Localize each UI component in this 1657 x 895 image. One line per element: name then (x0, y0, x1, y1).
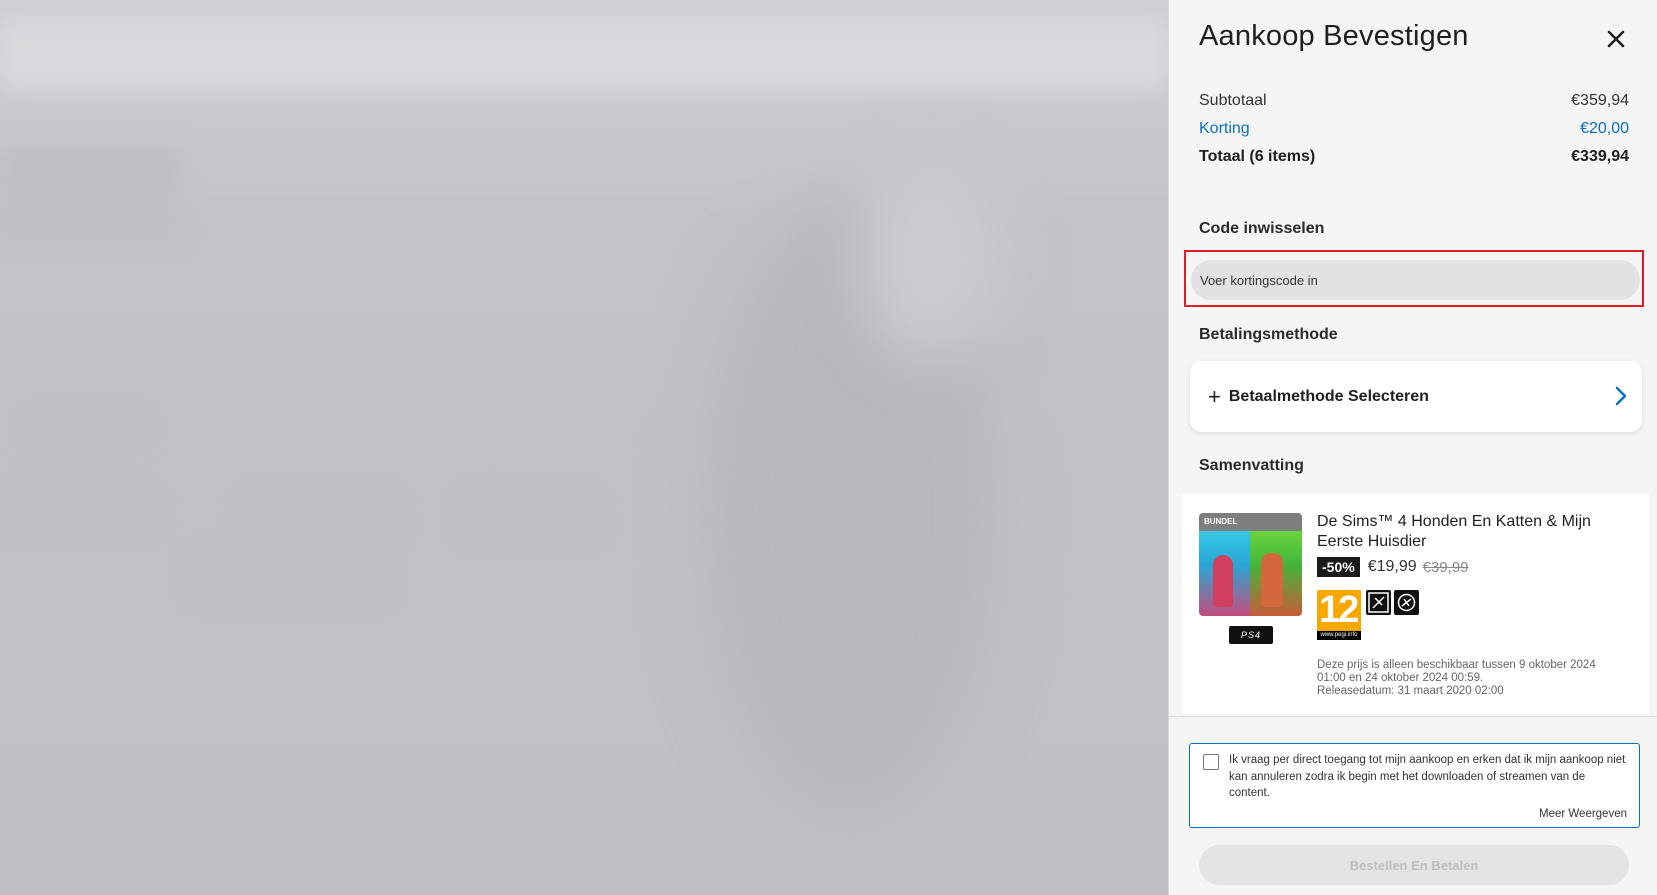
chevron-right-icon (1615, 386, 1627, 406)
page-title: Aankoop Bevestigen (1199, 20, 1469, 52)
consent-box: Ik vraag per direct toegang tot mijn aan… (1189, 743, 1640, 828)
summary-item: BUNDEL PS4 De Sims™ 4 Honden En Katten &… (1182, 494, 1649, 714)
payment-select-label: Betaalmethode Selecteren (1228, 387, 1429, 405)
show-more-link[interactable]: Meer Weergeven (1539, 808, 1627, 820)
product-title: De Sims™ 4 Honden En Katten & Mijn Eerst… (1317, 513, 1591, 550)
select-payment-method-button[interactable]: + Betaalmethode Selecteren (1190, 361, 1642, 432)
divider (1169, 716, 1657, 717)
blurred-background (0, 0, 1168, 895)
discount-label[interactable]: Korting (1199, 120, 1250, 138)
subtotal-value: €359,94 (1571, 92, 1629, 109)
cover-label: BUNDEL (1199, 513, 1302, 531)
close-icon (1607, 30, 1625, 48)
sale-price: €19,99 (1367, 558, 1417, 575)
price-row: -50% €19,99 €39,99 (1317, 557, 1469, 577)
total-label: Totaal (6 items) (1199, 148, 1316, 165)
pegi-rating-number: 12 (1319, 589, 1359, 631)
discount-value: €20,00 (1580, 120, 1629, 137)
subtotal-label: Subtotaal (1199, 92, 1267, 109)
pegi-rating-icon: 12 www.pegi.info (1317, 589, 1361, 640)
consent-checkbox[interactable] (1203, 754, 1219, 770)
subtotal-row: Subtotaal €359,94 (1199, 92, 1629, 110)
content-descriptor-icon (1366, 590, 1391, 615)
payment-heading: Betalingsmethode (1199, 326, 1338, 343)
plus-icon: + (1208, 383, 1221, 409)
content-descriptor-icon (1394, 590, 1419, 615)
pegi-site: www.pegi.info (1317, 631, 1361, 640)
original-price: €39,99 (1422, 558, 1469, 576)
total-row: Totaal (6 items) €339,94 (1199, 148, 1629, 166)
order-and-pay-button[interactable]: Bestellen En Betalen (1199, 845, 1629, 885)
redeem-heading: Code inwisselen (1199, 220, 1325, 237)
platform-badge: PS4 (1229, 626, 1273, 644)
release-date-text: Releasedatum: 31 maart 2020 02:00 (1317, 685, 1504, 697)
discount-code-input[interactable] (1191, 260, 1640, 300)
consent-text: Ik vraag per direct toegang tot mijn aan… (1229, 754, 1626, 799)
close-button[interactable] (1603, 26, 1629, 52)
summary-heading: Samenvatting (1199, 457, 1304, 474)
price-availability-text: Deze prijs is alleen beschikbaar tussen … (1317, 659, 1596, 684)
discount-row: Korting €20,00 (1199, 120, 1629, 138)
discount-badge: -50% (1317, 557, 1360, 577)
total-value: €339,94 (1571, 148, 1629, 165)
checkout-panel: Aankoop Bevestigen Subtotaal €359,94 Kor… (1168, 0, 1657, 895)
price-notice: Deze prijs is alleen beschikbaar tussen … (1317, 659, 1607, 698)
product-cover-image: BUNDEL (1199, 513, 1302, 616)
